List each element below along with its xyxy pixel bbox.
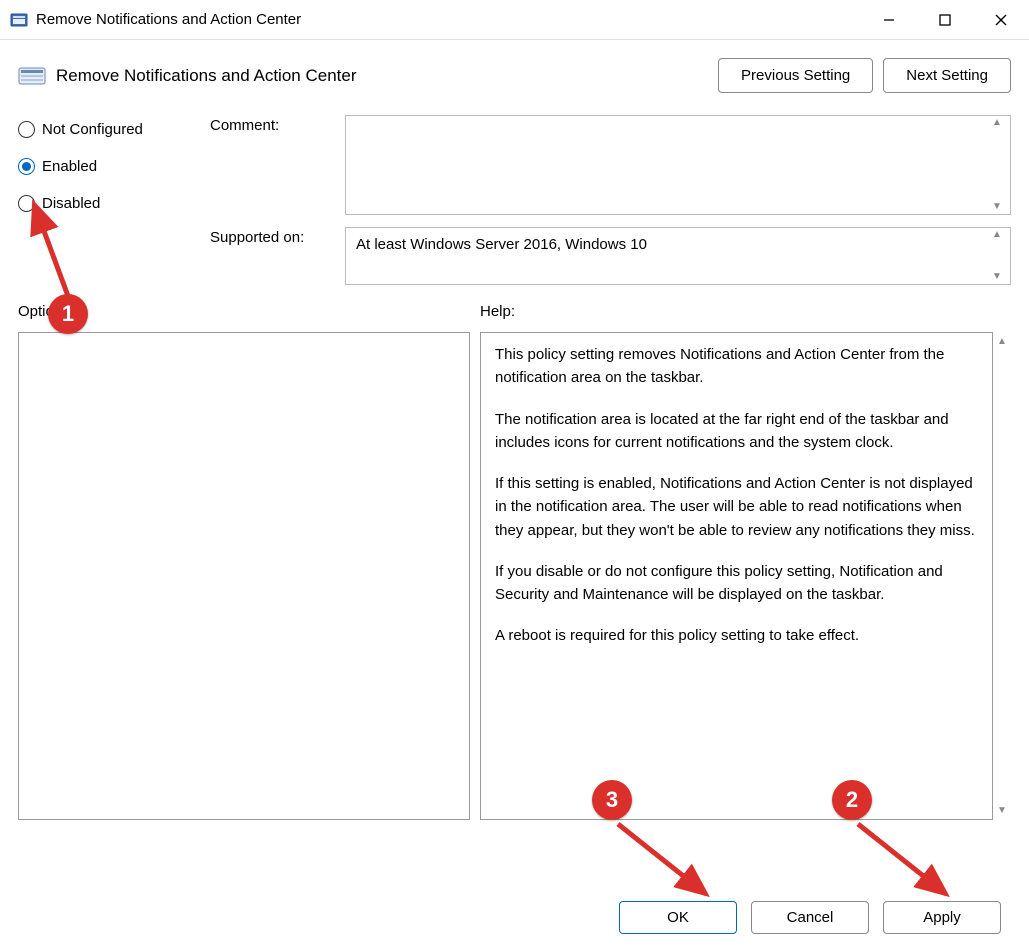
radio-enabled[interactable]: Enabled xyxy=(18,158,190,175)
scroll-down-icon[interactable]: ▼ xyxy=(997,805,1007,816)
radio-icon xyxy=(18,158,35,175)
supported-on-label: Supported on: xyxy=(210,227,345,285)
radio-icon xyxy=(18,121,35,138)
previous-setting-button[interactable]: Previous Setting xyxy=(718,58,873,93)
help-text: If you disable or do not configure this … xyxy=(495,560,978,607)
supported-on-value: At least Windows Server 2016, Windows 10 xyxy=(356,236,647,253)
close-button[interactable] xyxy=(973,0,1029,40)
cancel-button[interactable]: Cancel xyxy=(751,901,869,934)
next-setting-button[interactable]: Next Setting xyxy=(883,58,1011,93)
annotation-badge-2: 2 xyxy=(832,780,872,820)
help-text: The notification area is located at the … xyxy=(495,408,978,455)
help-scrollbar[interactable]: ▲ ▼ xyxy=(993,332,1011,820)
help-label: Help: xyxy=(480,303,515,320)
titlebar-icon xyxy=(10,11,28,29)
help-text: A reboot is required for this policy set… xyxy=(495,624,978,647)
scroll-up-icon[interactable]: ▲ xyxy=(992,230,1008,240)
window-title: Remove Notifications and Action Center xyxy=(36,11,861,28)
radio-label: Not Configured xyxy=(42,121,143,138)
ok-button[interactable]: OK xyxy=(619,901,737,934)
radio-label: Enabled xyxy=(42,158,97,175)
radio-label: Disabled xyxy=(42,195,100,212)
radio-icon xyxy=(18,195,35,212)
header-row: Remove Notifications and Action Center P… xyxy=(18,58,1011,93)
minimize-button[interactable] xyxy=(861,0,917,40)
comment-textbox[interactable]: ▲ ▼ xyxy=(345,115,1011,215)
scroll-up-icon[interactable]: ▲ xyxy=(997,336,1007,347)
help-text: If this setting is enabled, Notification… xyxy=(495,472,978,542)
apply-button[interactable]: Apply xyxy=(883,901,1001,934)
supported-on-textbox: At least Windows Server 2016, Windows 10… xyxy=(345,227,1011,285)
state-radio-group: Not Configured Enabled Disabled xyxy=(18,115,190,285)
scroll-down-icon[interactable]: ▼ xyxy=(992,202,1008,212)
titlebar-controls xyxy=(861,0,1029,40)
scroll-down-icon[interactable]: ▼ xyxy=(992,272,1008,282)
annotation-badge-1: 1 xyxy=(48,294,88,334)
comment-label: Comment: xyxy=(210,115,345,215)
options-panel xyxy=(18,332,470,820)
scroll-up-icon[interactable]: ▲ xyxy=(992,118,1008,128)
annotation-badge-3: 3 xyxy=(592,780,632,820)
help-text: This policy setting removes Notification… xyxy=(495,343,978,390)
dialog-footer: OK Cancel Apply xyxy=(18,883,1011,938)
titlebar: Remove Notifications and Action Center xyxy=(0,0,1029,40)
radio-not-configured[interactable]: Not Configured xyxy=(18,121,190,138)
policy-icon xyxy=(18,65,46,87)
dialog-heading: Remove Notifications and Action Center xyxy=(56,66,718,86)
maximize-button[interactable] xyxy=(917,0,973,40)
help-panel: This policy setting removes Notification… xyxy=(480,332,993,820)
radio-disabled[interactable]: Disabled xyxy=(18,195,190,212)
